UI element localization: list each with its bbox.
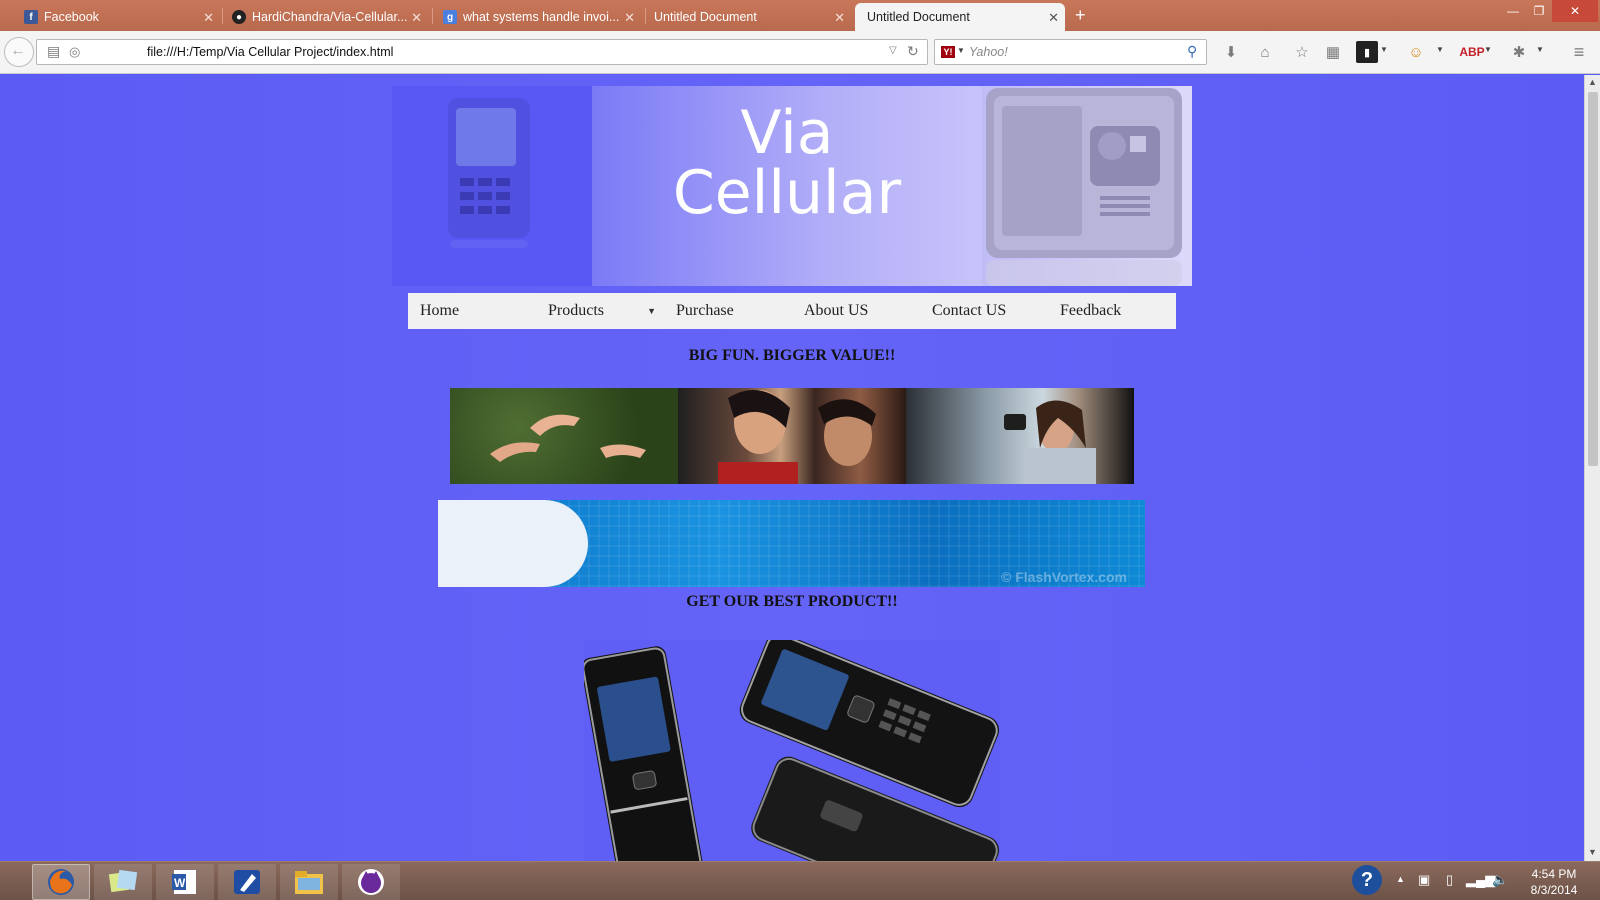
bookmark-star-icon[interactable]: ☆ [1291,41,1313,63]
tab-untitled-document-active[interactable]: Untitled Document ✕ [855,3,1065,31]
search-placeholder: Yahoo! [969,45,1008,59]
site-header-banner: Via Cellular [392,86,1192,286]
hands-on-grass-photo [450,388,678,484]
reload-icon[interactable]: ↻ [907,43,919,60]
back-arrow-icon: ← [10,42,26,59]
github-icon: ● [232,10,246,24]
woman-taking-photo-photo [906,388,1134,484]
menu-item-home[interactable]: Home [408,293,536,329]
restore-icon[interactable]: ❐ [1526,0,1552,22]
headline-best-product: GET OUR BEST PRODUCT!! [686,593,898,610]
laughing-couple-photo [678,388,906,484]
menu-item-label: Products [548,302,604,319]
reading-list-icon[interactable]: ▦ [1322,41,1344,63]
chevron-down-icon[interactable]: ▼ [1380,45,1388,54]
clock-date: 8/3/2014 [1530,883,1578,897]
site-title-line2: Cellular [672,158,902,228]
scroll-thumb[interactable] [1588,92,1598,466]
close-icon[interactable]: ✕ [203,10,214,26]
clock-time: 4:54 PM [1531,867,1577,881]
tab-title: Untitled Document [867,10,970,24]
scroll-down-icon[interactable]: ▼ [1588,847,1597,857]
watermark-text: © FlashVortex.com [1001,569,1127,585]
dropdown-arrow-icon[interactable]: ▽ [889,45,897,56]
chevron-down-icon[interactable]: ▼ [957,46,965,55]
google-icon: g [443,10,457,24]
svg-text:W: W [174,876,186,890]
new-tab-icon[interactable]: + [1075,5,1086,26]
menu-item-feedback[interactable]: Feedback [1048,293,1176,329]
headline-big-fun: BIG FUN. BIGGER VALUE!! [688,347,896,364]
help-icon[interactable]: ? [1352,865,1382,895]
camera-phone-image [982,86,1192,286]
show-hidden-icons-icon[interactable]: ▲ [1396,874,1405,884]
addon-icon[interactable]: ✱ [1508,41,1530,63]
tab-title: HardiChandra/Via-Cellular... [252,10,408,24]
word-icon[interactable]: W [156,864,214,900]
search-bar[interactable]: Y! ▼ Yahoo! ⚲ [934,39,1207,65]
flash-banner: © FlashVortex.com [438,500,1145,587]
volume-icon[interactable]: 🔈 [1492,872,1508,888]
search-icon[interactable]: ⚲ [1187,43,1197,60]
home-icon[interactable]: ⌂ [1254,41,1276,63]
tab-github[interactable]: ● HardiChandra/Via-Cellular... ✕ [230,3,428,31]
minimize-icon[interactable]: — [1500,0,1526,22]
caret-down-icon: ▼ [647,306,656,316]
chevron-down-icon[interactable]: ▼ [1436,45,1444,54]
menu-item-about-us[interactable]: About US [792,293,920,329]
menu-item-contact-us[interactable]: Contact US [920,293,1048,329]
site-nav-menu: Home Products ▼ Purchase About US Contac… [408,293,1176,329]
close-icon[interactable]: ✕ [834,10,845,26]
facebook-icon: f [24,10,38,24]
photo-strip [450,388,1134,484]
close-icon[interactable]: ✕ [1048,10,1059,26]
extension-icon[interactable]: ▮ [1356,41,1378,63]
history-icon[interactable]: ▤ [47,43,60,60]
menu-icon[interactable]: ≡ [1568,41,1590,63]
nokia-phones-image [581,632,1000,861]
tab-facebook[interactable]: f Facebook ✕ [22,3,220,31]
greasemonkey-icon[interactable]: ☺ [1405,41,1427,63]
close-icon[interactable]: ✕ [624,10,635,26]
navigation-toolbar: ▤ ◎ file:///H:/Temp/Via Cellular Project… [0,31,1600,74]
phone-image-left [392,86,592,286]
file-explorer-icon[interactable] [280,864,338,900]
battery-icon[interactable]: ▯ [1446,872,1453,888]
site-title: Via Cellular [592,98,982,228]
site-title-area: Via Cellular [592,86,982,286]
site-title-line1: Via [740,98,834,168]
tab-title: Facebook [44,10,99,24]
banner-white-shape [438,500,588,587]
url-bar[interactable]: ▤ ◎ file:///H:/Temp/Via Cellular Project… [36,39,928,65]
tab-title: what systems handle invoi... [463,10,620,24]
chevron-down-icon[interactable]: ▼ [1536,45,1544,54]
tab-google-search[interactable]: g what systems handle invoi... ✕ [441,3,641,31]
system-clock[interactable]: 4:54 PM 8/3/2014 [1512,866,1596,898]
network-icon[interactable]: ▂▄▆ [1466,872,1495,888]
close-icon[interactable]: ✕ [411,10,422,26]
windows-taskbar: W ? ▲ ▣ ▯ ▂▄▆ 🔈 4:54 PM 8/3/2014 [0,861,1600,900]
close-window-icon[interactable]: ✕ [1552,0,1598,22]
firefox-icon[interactable] [32,864,90,900]
scroll-up-icon[interactable]: ▲ [1588,77,1597,87]
tray-app-icon[interactable]: ▣ [1418,872,1430,888]
url-text[interactable]: file:///H:/Temp/Via Cellular Project/ind… [147,45,393,59]
pen-app-icon[interactable] [218,864,276,900]
yahoo-icon: Y! [941,46,955,58]
globe-icon: ◎ [69,44,81,59]
menu-item-products[interactable]: Products ▼ [536,293,664,329]
purple-cat-app-icon[interactable] [342,864,400,900]
page-content: Via Cellular Home Products ▼ Purchase Ab… [0,75,1584,861]
tab-strip: f Facebook ✕ ● HardiChandra/Via-Cellular… [0,0,1600,31]
back-button[interactable]: ← [4,37,34,67]
menu-item-purchase[interactable]: Purchase [664,293,792,329]
chevron-down-icon[interactable]: ▼ [1484,45,1492,54]
sticky-notes-icon[interactable] [94,864,152,900]
tab-untitled-document[interactable]: Untitled Document ✕ [641,3,851,31]
vertical-scrollbar[interactable]: ▲ ▼ [1584,75,1600,861]
tab-title: Untitled Document [654,10,757,24]
adblock-icon[interactable]: ABP [1459,41,1484,63]
download-icon[interactable]: ⬇ [1220,41,1242,63]
